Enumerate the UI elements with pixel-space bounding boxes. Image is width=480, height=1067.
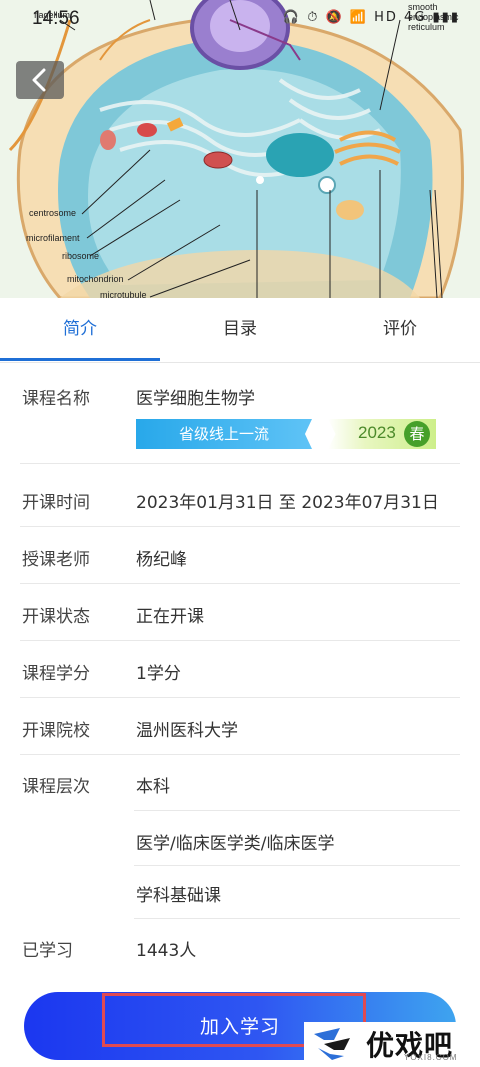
row-label: 开课院校: [22, 721, 90, 741]
info-row-course-name: 课程名称 医学细胞生物学: [20, 364, 460, 464]
row-label: 课程层次: [22, 777, 90, 797]
watermark-logo-icon: [314, 1028, 350, 1060]
badge-year: 2023: [358, 423, 396, 442]
hero-label: mitochondrion: [67, 274, 124, 284]
watermark-domain: YOXI8.COM: [404, 1053, 458, 1062]
row-value: 2023年01月31日 至 2023年07月31日: [136, 493, 439, 513]
row-label: 课程学分: [22, 664, 90, 684]
hero-label: microtubule: [100, 290, 147, 298]
course-cover-image: flagellum smooth endoplasmic reticulum c…: [0, 0, 480, 298]
row-value: 杨纪峰: [136, 550, 187, 570]
tab-indicator: [0, 358, 160, 361]
chevron-left-icon: [32, 68, 46, 92]
row-label: 课程名称: [22, 389, 90, 409]
info-row: 授课老师 杨纪峰: [20, 527, 460, 584]
info-row: 已学习 1443人: [20, 919, 460, 975]
row-value: 医学/临床医学类/临床医学: [136, 834, 335, 854]
status-bar: 14:56 🎧 ⏱ 🔕 📶 HD 4G ▮▮▮: [0, 0, 480, 34]
badge-level: 省级线上一流: [136, 419, 312, 449]
info-row: 课程层次 本科: [20, 755, 460, 811]
tab-reviews[interactable]: 评价: [320, 298, 480, 362]
info-row: 课程学分 1学分: [20, 641, 460, 698]
badge-season: 春: [404, 421, 430, 447]
row-value: 本科: [136, 777, 170, 797]
row-value: 1443人: [136, 941, 197, 961]
row-label: 开课时间: [22, 493, 90, 513]
back-button[interactable]: [16, 61, 64, 99]
row-label: 授课老师: [22, 550, 90, 570]
row-value: 1学分: [136, 664, 181, 684]
hero-label: centrosome: [29, 208, 77, 218]
tab-intro[interactable]: 简介: [0, 298, 160, 362]
hero-label: microfilament: [26, 233, 80, 243]
row-value: 正在开课: [136, 607, 204, 627]
info-row: 学科基础课: [134, 865, 460, 919]
hero-label: ribosome: [62, 251, 100, 261]
course-name: 医学细胞生物学: [136, 389, 255, 409]
tab-catalog[interactable]: 目录: [160, 298, 320, 362]
info-row: 开课状态 正在开课: [20, 584, 460, 641]
status-time: 14:56: [32, 8, 80, 29]
info-row: 开课院校 温州医科大学: [20, 698, 460, 755]
row-value: 温州医科大学: [136, 721, 238, 741]
info-row: 医学/临床医学类/临床医学: [134, 810, 460, 866]
watermark: 优戏吧 YOXI8.COM: [304, 1022, 480, 1067]
tab-bar: 简介 目录 评价: [0, 298, 480, 363]
status-icons: 🎧 ⏱ 🔕 📶 HD 4G ▮▮▮: [282, 10, 460, 25]
info-row: 开课时间 2023年01月31日 至 2023年07月31日: [20, 470, 460, 527]
row-label: 开课状态: [22, 607, 90, 627]
row-value: 学科基础课: [136, 886, 221, 906]
badge-term: 2023 春: [328, 419, 436, 449]
row-label: 已学习: [22, 941, 73, 961]
